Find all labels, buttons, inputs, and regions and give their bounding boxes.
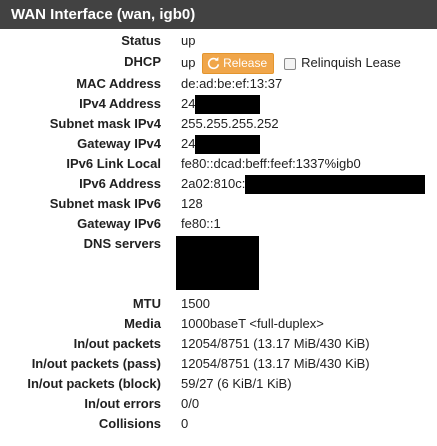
redaction-box (176, 236, 259, 290)
subnet-mask-ipv4-label: Subnet mask IPv4 (49, 116, 161, 131)
in-out-errors-value: 0/0 (181, 396, 200, 411)
ipv6-link-local-label: IPv6 Link Local (66, 156, 161, 171)
ipv6-address-value-group: 2a02:810c: (181, 174, 426, 195)
in-out-packets-value: 12054/8751 (13.17 MiB/430 KiB) (181, 336, 370, 351)
collisions-value: 0 (181, 416, 189, 431)
subnet-mask-ipv6-label: Subnet mask IPv6 (49, 196, 161, 211)
redaction-box (195, 135, 261, 155)
row-mac-address: MAC Address de:ad:be:ef:13:37 (0, 74, 437, 94)
row-subnet-mask-ipv6: Subnet mask IPv6 128 (0, 194, 437, 214)
dhcp-value: up (181, 55, 196, 70)
row-subnet-mask-ipv4: Subnet mask IPv4 255.255.255.252 (0, 114, 437, 134)
row-gateway-ipv4: Gateway IPv4 24 (0, 134, 437, 155)
relinquish-lease-checkbox[interactable] (284, 57, 297, 70)
dhcp-value-group: up Release Relinquish Lease (181, 52, 401, 75)
ipv6-link-local-value: fe80::dcad:beff:feef:1337%igb0 (181, 156, 361, 171)
ipv4-address-label: IPv4 Address (79, 96, 161, 111)
gateway-ipv4-value-group: 24 (181, 134, 261, 155)
relinquish-lease-label[interactable]: Relinquish Lease (301, 55, 401, 70)
redaction-box (245, 175, 426, 195)
dhcp-label: DHCP (124, 54, 161, 69)
gateway-ipv4-value: 24 (181, 136, 196, 151)
media-label: Media (124, 316, 161, 331)
collisions-label: Collisions (98, 416, 161, 431)
in-out-packets-block-label: In/out packets (block) (27, 376, 161, 391)
subnet-mask-ipv6-value: 128 (181, 196, 203, 211)
row-status: Status up (0, 31, 437, 51)
ipv4-address-value-group: 24 (181, 94, 261, 115)
dns-servers-label: DNS servers (83, 236, 161, 251)
row-in-out-packets-pass: In/out packets (pass) 12054/8751 (13.17 … (0, 354, 437, 374)
mtu-value: 1500 (181, 296, 210, 311)
wan-interface-panel: WAN Interface (wan, igb0) Status up DHCP… (0, 0, 437, 446)
row-ipv6-address: IPv6 Address 2a02:810c: (0, 174, 437, 195)
status-label: Status (121, 33, 161, 48)
gateway-ipv6-value: fe80::1 (181, 216, 221, 231)
status-value: up (181, 33, 196, 48)
in-out-packets-pass-label: In/out packets (pass) (31, 356, 161, 371)
release-button[interactable]: Release (202, 53, 275, 75)
in-out-errors-label: In/out errors (84, 396, 161, 411)
gateway-ipv4-label: Gateway IPv4 (77, 136, 161, 151)
redaction-box (195, 95, 261, 115)
ipv6-address-label: IPv6 Address (79, 176, 161, 191)
release-button-label: Release (223, 56, 268, 71)
row-media: Media 1000baseT <full-duplex> (0, 314, 437, 334)
row-in-out-packets: In/out packets 12054/8751 (13.17 MiB/430… (0, 334, 437, 354)
in-out-packets-label: In/out packets (73, 336, 161, 351)
row-ipv4-address: IPv4 Address 24 (0, 94, 437, 115)
row-dns-servers: DNS servers (0, 234, 437, 290)
row-mtu: MTU 1500 (0, 294, 437, 314)
refresh-icon (207, 57, 220, 70)
panel-title: WAN Interface (wan, igb0) (0, 0, 437, 29)
ipv6-address-value: 2a02:810c: (181, 176, 246, 191)
subnet-mask-ipv4-value: 255.255.255.252 (181, 116, 279, 131)
mac-address-value: de:ad:be:ef:13:37 (181, 76, 283, 91)
row-in-out-packets-block: In/out packets (block) 59/27 (6 KiB/1 Ki… (0, 374, 437, 394)
mac-address-label: MAC Address (76, 76, 161, 91)
mtu-label: MTU (132, 296, 161, 311)
in-out-packets-block-value: 59/27 (6 KiB/1 KiB) (181, 376, 292, 391)
in-out-packets-pass-value: 12054/8751 (13.17 MiB/430 KiB) (181, 356, 370, 371)
row-ipv6-link-local: IPv6 Link Local fe80::dcad:beff:feef:133… (0, 154, 437, 174)
row-collisions: Collisions 0 (0, 414, 437, 434)
row-in-out-errors: In/out errors 0/0 (0, 394, 437, 414)
row-dhcp: DHCP up Release Relinquish Lease (0, 52, 437, 75)
media-value: 1000baseT <full-duplex> (181, 316, 324, 331)
gateway-ipv6-label: Gateway IPv6 (77, 216, 161, 231)
ipv4-address-value: 24 (181, 96, 196, 111)
row-gateway-ipv6: Gateway IPv6 fe80::1 (0, 214, 437, 234)
